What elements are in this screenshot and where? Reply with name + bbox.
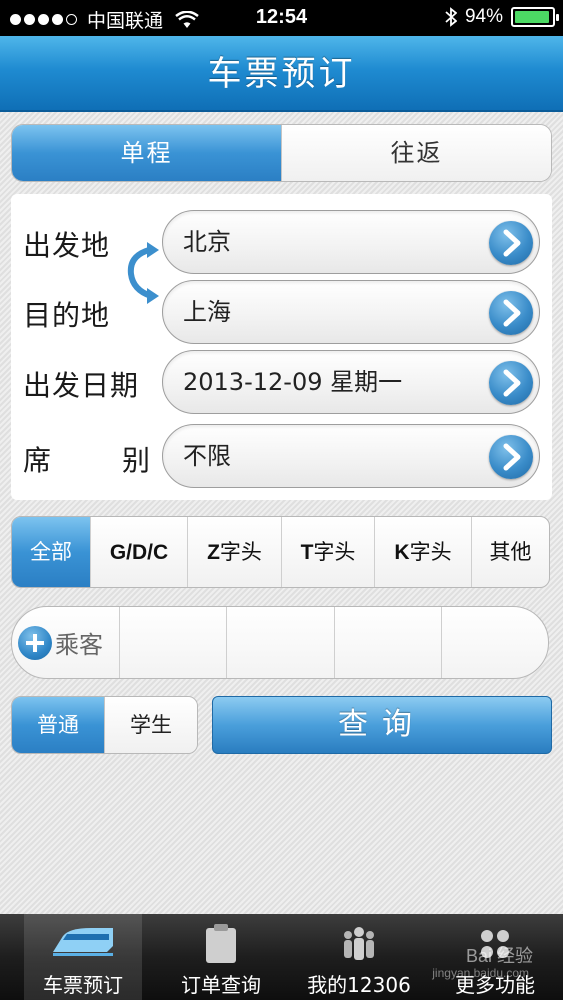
from-station-value: 北京 <box>183 228 231 256</box>
clipboard-icon <box>206 924 236 963</box>
passenger-type-adult[interactable]: 普通 <box>12 697 104 753</box>
train-type-z-suffix: 字头 <box>219 540 262 564</box>
date-label: 出发日期 <box>23 369 140 402</box>
departure-date-field[interactable]: 2013-12-09 星期一 <box>162 350 540 414</box>
add-passenger-label: 乘客 <box>55 631 103 659</box>
passenger-type-student[interactable]: 学生 <box>104 697 197 753</box>
title-bar: 车票预订 <box>0 36 563 112</box>
swap-stations-icon[interactable] <box>125 242 161 306</box>
train-type-k[interactable]: K字头 <box>374 517 471 587</box>
battery-icon <box>511 7 559 27</box>
trip-type-segmented: 单程 往返 <box>11 124 552 182</box>
battery-fill <box>515 11 549 23</box>
train-type-z[interactable]: Z字头 <box>187 517 281 587</box>
status-bar: 中国联通 12:54 94% <box>0 0 563 36</box>
booking-form: 出发地 目的地 出发日期 席 别 北京 上海 2013-12-09 星期一 不限 <box>11 194 552 500</box>
page-title: 车票预订 <box>207 54 356 94</box>
tab-label: 车票预订 <box>43 973 123 997</box>
seat-label-part1: 席 <box>23 444 53 477</box>
train-type-gdc-label: G/D/C <box>109 541 169 564</box>
plus-icon <box>18 625 52 660</box>
search-button[interactable]: 查询 <box>212 696 552 754</box>
battery-percent: 94% <box>464 6 503 27</box>
train-icon <box>53 928 113 956</box>
from-station-field[interactable]: 北京 <box>162 210 540 274</box>
people-icon <box>344 927 374 960</box>
trip-one-way-tab[interactable]: 单程 <box>12 125 281 181</box>
train-type-t[interactable]: T字头 <box>281 517 374 587</box>
tab-label: 我的12306 <box>307 973 411 997</box>
chevron-right-icon <box>489 221 533 265</box>
passenger-slot[interactable] <box>442 607 548 678</box>
departure-date-value: 2013-12-09 星期一 <box>183 368 403 396</box>
tab-my-12306[interactable]: 我的12306 <box>300 914 418 1000</box>
to-station-value: 上海 <box>183 298 231 326</box>
watermark: Bai 经验 <box>465 946 533 966</box>
bluetooth-icon <box>445 7 457 27</box>
passenger-bar: 乘客 <box>11 606 549 679</box>
chevron-right-icon <box>489 435 533 479</box>
passenger-slot[interactable] <box>120 607 228 678</box>
seat-class-value: 不限 <box>183 442 231 470</box>
passenger-slot[interactable] <box>335 607 442 678</box>
trip-round-trip-tab[interactable]: 往返 <box>281 125 551 181</box>
train-type-k-suffix: 字头 <box>409 540 452 564</box>
seat-label-part2: 别 <box>121 444 151 477</box>
train-type-k-letter: K <box>394 541 410 564</box>
train-type-z-letter: Z <box>207 541 220 564</box>
seat-class-field[interactable]: 不限 <box>162 424 540 488</box>
to-label: 目的地 <box>23 299 111 332</box>
chevron-right-icon <box>489 361 533 405</box>
chevron-right-icon <box>489 291 533 335</box>
to-station-field[interactable]: 上海 <box>162 280 540 344</box>
passenger-type-segmented: 普通 学生 <box>11 696 198 754</box>
tab-ticket-booking[interactable]: 车票预订 <box>24 914 142 1000</box>
seat-label: 席 别 <box>23 439 151 479</box>
train-type-gdc[interactable]: G/D/C <box>90 517 187 587</box>
from-label: 出发地 <box>23 229 111 262</box>
status-right: 94% <box>445 6 559 28</box>
train-type-filter: 全部 G/D/C Z字头 T字头 K字头 其他 <box>11 516 550 588</box>
train-type-other[interactable]: 其他 <box>471 517 549 587</box>
passenger-slot[interactable] <box>227 607 335 678</box>
add-passenger-button[interactable]: 乘客 <box>12 607 120 678</box>
train-type-t-letter: T <box>300 541 314 564</box>
tab-order-query[interactable]: 订单查询 <box>162 914 280 1000</box>
tab-label: 订单查询 <box>181 973 261 997</box>
train-type-t-suffix: 字头 <box>313 540 356 564</box>
train-type-all[interactable]: 全部 <box>12 517 90 587</box>
watermark-url: jingyan.baidu.com <box>432 966 529 980</box>
